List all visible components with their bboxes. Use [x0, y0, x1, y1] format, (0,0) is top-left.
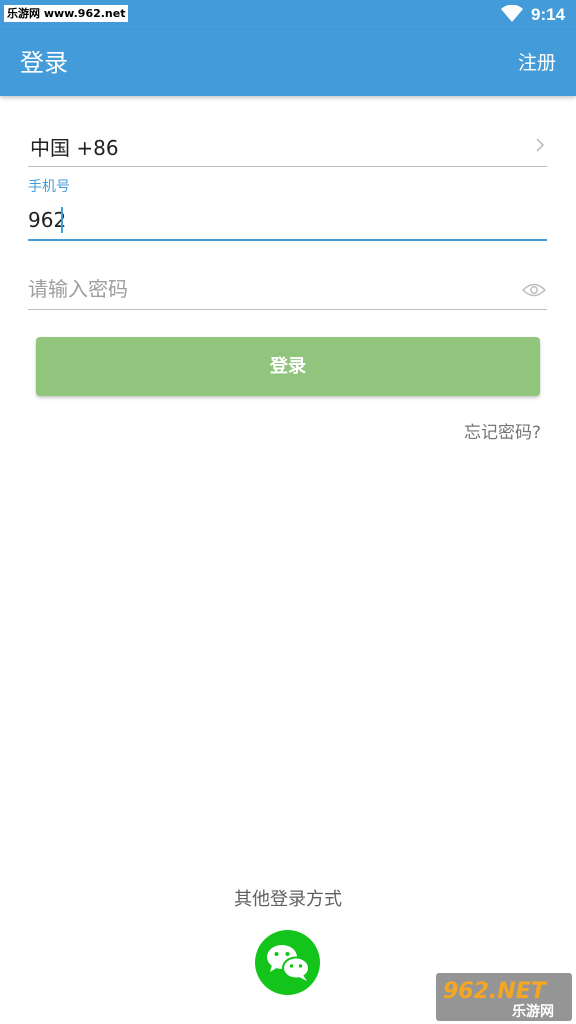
- watermark-top: 乐游网 www.962.net: [4, 5, 129, 22]
- password-input[interactable]: [28, 275, 508, 303]
- watermark-sub: 乐游网: [512, 1003, 554, 1020]
- wechat-icon: [267, 945, 310, 981]
- app-bar: 登录 注册: [0, 30, 576, 96]
- forgot-password-link[interactable]: 忘记密码?: [464, 421, 541, 445]
- other-login-label: 其他登录方式: [234, 889, 342, 910]
- status-bar: 乐游网 www.962.net 9:14: [0, 0, 576, 30]
- wifi-icon: [501, 5, 523, 22]
- page-title: 登录: [20, 49, 68, 77]
- country-code-text: 中国 +86: [30, 136, 119, 160]
- watermark-brand: 962.NET: [443, 979, 548, 1004]
- text-caret: [61, 207, 63, 233]
- country-code-selector[interactable]: 中国 +86: [28, 130, 547, 167]
- eye-icon[interactable]: [522, 282, 546, 298]
- login-button[interactable]: 登录: [36, 337, 540, 396]
- phone-label: 手机号: [28, 179, 70, 195]
- phone-field[interactable]: [28, 202, 547, 241]
- wechat-login-button[interactable]: [255, 930, 320, 995]
- phone-input[interactable]: [28, 206, 508, 234]
- register-button[interactable]: 注册: [518, 50, 556, 76]
- chevron-right-icon: [536, 138, 545, 152]
- watermark-bottom: 962.NET 乐游网: [436, 973, 572, 1021]
- password-field[interactable]: [28, 270, 547, 310]
- status-time: 9:14: [531, 5, 566, 24]
